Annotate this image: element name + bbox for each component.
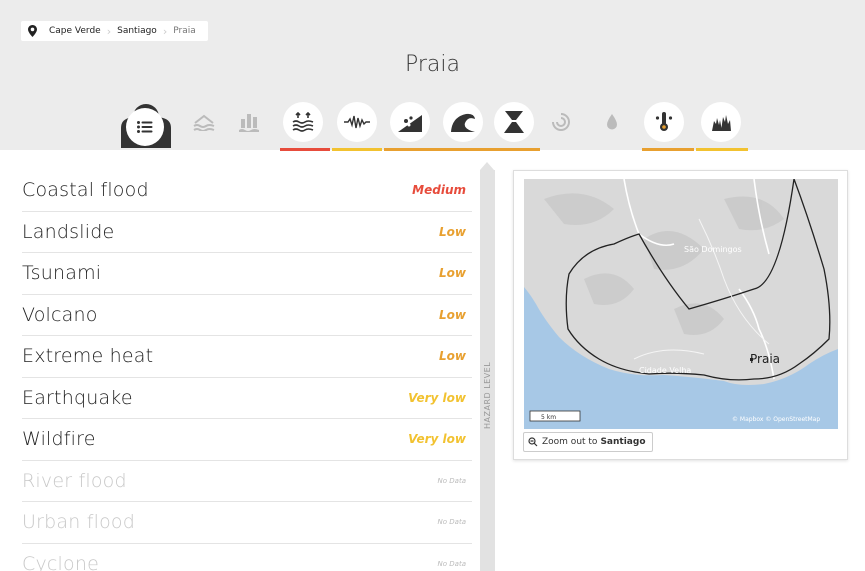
hazard-name: Extreme heat	[22, 345, 154, 368]
hazard-name: Tsunami	[22, 262, 102, 285]
breadcrumb: Cape Verde › Santiago › Praia	[21, 21, 208, 41]
hazard-level: Low	[439, 224, 466, 239]
zoom-out-button[interactable]: Zoom out to Santiago	[523, 432, 653, 452]
zoom-out-prefix: Zoom out to	[542, 437, 598, 447]
hazard-row-tsunami[interactable]: Tsunami Low	[22, 253, 472, 295]
hazard-name: Earthquake	[22, 386, 133, 409]
hazard-name: Urban flood	[22, 511, 135, 534]
map-card: São Domingos Cidade Velha Praia 5 km © M…	[513, 170, 848, 460]
tsunami-icon[interactable]	[443, 102, 483, 142]
header: Cape Verde › Santiago › Praia Praia	[0, 0, 865, 151]
earthquake-icon[interactable]	[337, 102, 377, 142]
hazard-level: Very low	[408, 432, 466, 447]
hazard-row-earthquake[interactable]: Earthquake Very low	[22, 378, 472, 419]
coastal-flood-level-line	[280, 148, 330, 151]
hazard-name: Landslide	[22, 220, 115, 243]
breadcrumb-item-city: Praia	[173, 26, 196, 36]
scale-bar-label: 5 km	[541, 414, 556, 421]
hazard-row-coastal-flood[interactable]: Coastal flood Medium	[22, 170, 472, 212]
hazard-row-volcano[interactable]: Volcano Low	[22, 295, 472, 336]
map-attribution[interactable]: © Mapbox © OpenStreetMap	[732, 416, 820, 423]
volcano-icon[interactable]	[494, 102, 534, 142]
hazard-level: Low	[439, 266, 466, 281]
river-flood-icon[interactable]	[184, 102, 224, 142]
hazard-list: Coastal flood Medium Landslide Low Tsuna…	[22, 170, 472, 571]
hazard-name: Cyclone	[22, 552, 99, 571]
hazard-level: Very low	[408, 390, 466, 405]
city-marker-icon	[750, 358, 753, 361]
hazard-level-label: HAZARD LEVEL	[483, 361, 492, 429]
cyclone-icon[interactable]	[541, 102, 581, 142]
hazard-name: Coastal flood	[22, 179, 149, 202]
list-icon[interactable]	[126, 108, 164, 146]
extreme-heat-icon[interactable]	[644, 102, 684, 142]
hazard-level: Low	[439, 307, 466, 322]
map-label-sao-domingos: São Domingos	[684, 245, 742, 254]
hazard-name: Volcano	[22, 303, 98, 326]
wildfire-icon[interactable]	[701, 102, 741, 142]
urban-flood-icon[interactable]	[229, 102, 269, 142]
map-label-cidade-velha: Cidade Velha	[639, 366, 691, 375]
extreme-heat-level-line	[642, 148, 694, 151]
hazard-row-landslide[interactable]: Landslide Low	[22, 212, 472, 253]
hazard-level: Medium	[412, 183, 466, 198]
hazard-level: No Data	[437, 518, 466, 527]
hazard-row-extreme-heat[interactable]: Extreme heat Low	[22, 336, 472, 378]
landslide-tsunami-volcano-level-line	[384, 148, 540, 151]
hazard-level: No Data	[437, 476, 466, 485]
zoom-out-icon	[528, 437, 538, 447]
earthquake-level-line	[332, 148, 382, 151]
hazard-level: Low	[439, 349, 466, 364]
map-canvas: São Domingos Cidade Velha Praia 5 km © M…	[524, 179, 838, 423]
wildfire-level-line	[696, 148, 748, 151]
breadcrumb-item-country[interactable]: Cape Verde	[43, 26, 107, 36]
map-label-praia: Praia	[750, 352, 780, 366]
zoom-out-target: Santiago	[600, 437, 646, 447]
hazard-name: River flood	[22, 469, 127, 492]
water-scarcity-icon[interactable]	[592, 102, 632, 142]
hazard-row-cyclone[interactable]: Cyclone No Data	[22, 544, 472, 571]
hazard-name: Wildfire	[22, 428, 96, 451]
hazard-icon-bar	[0, 102, 865, 151]
landslide-icon[interactable]	[390, 102, 430, 142]
hazard-row-wildfire[interactable]: Wildfire Very low	[22, 419, 472, 461]
map-pin-icon	[25, 25, 39, 37]
map[interactable]: São Domingos Cidade Velha Praia 5 km © M…	[524, 179, 838, 429]
page-title: Praia	[405, 52, 460, 77]
coastal-flood-icon[interactable]	[283, 102, 323, 142]
hazard-level: No Data	[437, 559, 466, 568]
hazard-row-urban-flood[interactable]: Urban flood No Data	[22, 502, 472, 544]
breadcrumb-item-island[interactable]: Santiago	[111, 26, 163, 36]
hazard-row-river-flood[interactable]: River flood No Data	[22, 461, 472, 502]
